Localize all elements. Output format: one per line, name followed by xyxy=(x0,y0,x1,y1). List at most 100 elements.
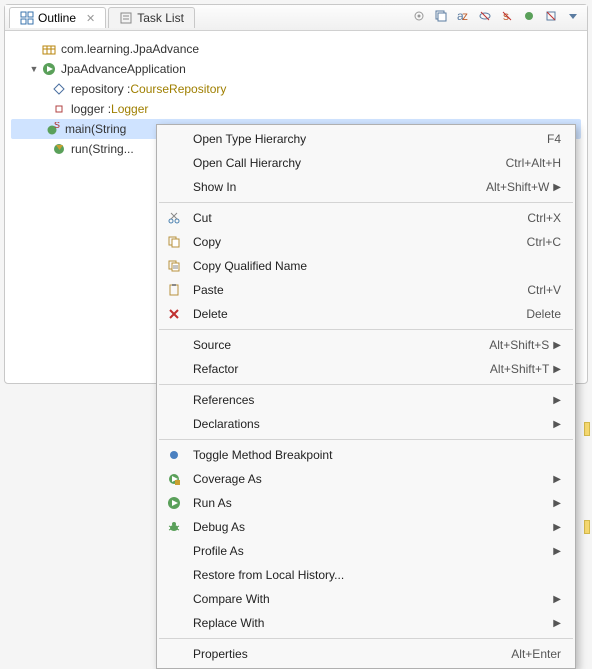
delete-icon xyxy=(163,307,185,321)
field-logger-type: Logger xyxy=(111,102,148,116)
close-icon[interactable]: ✕ xyxy=(86,12,95,25)
menu-run-as[interactable]: Run As ▶ xyxy=(157,491,575,515)
menu-label: Cut xyxy=(185,211,527,225)
svg-text:z: z xyxy=(462,10,468,22)
menu-shortcut: Ctrl+X xyxy=(527,211,561,225)
menu-label: Restore from Local History... xyxy=(185,568,561,582)
menu-label: Replace With xyxy=(185,616,549,630)
menu-separator xyxy=(159,202,573,203)
copy-icon xyxy=(163,235,185,249)
tab-outline-label: Outline xyxy=(38,11,76,25)
menu-source[interactable]: Source Alt+Shift+S ▶ xyxy=(157,333,575,357)
menu-separator xyxy=(159,384,573,385)
menu-properties[interactable]: Properties Alt+Enter xyxy=(157,642,575,666)
menu-compare-with[interactable]: Compare With ▶ xyxy=(157,587,575,611)
menu-toggle-breakpoint[interactable]: Toggle Method Breakpoint xyxy=(157,443,575,467)
tree-class[interactable]: ▼ JpaAdvanceApplication xyxy=(11,59,581,79)
menu-profile-as[interactable]: Profile As ▶ xyxy=(157,539,575,563)
menu-copy[interactable]: Copy Ctrl+C xyxy=(157,230,575,254)
menu-shortcut: Alt+Enter xyxy=(511,647,561,661)
menu-coverage-as[interactable]: Coverage As ▶ xyxy=(157,467,575,491)
menu-restore-history[interactable]: Restore from Local History... xyxy=(157,563,575,587)
view-menu-icon[interactable] xyxy=(565,8,581,24)
menu-cut[interactable]: Cut Ctrl+X xyxy=(157,206,575,230)
menu-replace-with[interactable]: Replace With ▶ xyxy=(157,611,575,635)
hide-local-icon[interactable] xyxy=(543,8,559,24)
field-default-icon xyxy=(51,81,67,97)
menu-label: Compare With xyxy=(185,592,549,606)
menu-refactor[interactable]: Refactor Alt+Shift+T ▶ xyxy=(157,357,575,381)
tree-field-logger[interactable]: logger : Logger xyxy=(11,99,581,119)
chevron-down-icon[interactable]: ▼ xyxy=(27,64,41,74)
field-repo-label: repository : xyxy=(71,82,130,96)
menu-shortcut: Alt+Shift+S xyxy=(489,338,549,352)
tree-field-repository[interactable]: repository : CourseRepository xyxy=(11,79,581,99)
package-icon xyxy=(41,41,57,57)
sort-icon[interactable]: az xyxy=(455,8,471,24)
marker-bar-top xyxy=(584,422,590,436)
menu-label: Show In xyxy=(185,180,486,194)
menu-shortcut: Ctrl+Alt+H xyxy=(506,156,561,170)
menu-show-in[interactable]: Show In Alt+Shift+W ▶ xyxy=(157,175,575,199)
submenu-arrow-icon: ▶ xyxy=(549,364,561,375)
menu-shortcut: Alt+Shift+T xyxy=(490,362,549,376)
menu-label: Toggle Method Breakpoint xyxy=(185,448,561,462)
menu-separator xyxy=(159,329,573,330)
method-public-static-icon: s xyxy=(45,121,61,137)
menu-label: Refactor xyxy=(185,362,490,376)
submenu-arrow-icon: ▶ xyxy=(549,618,561,629)
submenu-arrow-icon: ▶ xyxy=(549,395,561,406)
menu-label: Copy Qualified Name xyxy=(185,259,561,273)
cut-icon xyxy=(163,211,185,225)
menu-label: Declarations xyxy=(185,417,549,431)
menu-shortcut: Ctrl+V xyxy=(527,283,561,297)
hide-nonpublic-icon[interactable] xyxy=(521,8,537,24)
menu-references[interactable]: References ▶ xyxy=(157,388,575,412)
menu-shortcut: Delete xyxy=(526,307,561,321)
field-private-icon xyxy=(51,101,67,117)
copy-qualified-icon xyxy=(163,259,185,273)
menu-label: Profile As xyxy=(185,544,549,558)
submenu-arrow-icon: ▶ xyxy=(549,182,561,193)
collapse-all-icon[interactable] xyxy=(433,8,449,24)
tab-outline[interactable]: Outline ✕ xyxy=(9,7,106,28)
menu-debug-as[interactable]: Debug As ▶ xyxy=(157,515,575,539)
menu-open-call-hierarchy[interactable]: Open Call Hierarchy Ctrl+Alt+H xyxy=(157,151,575,175)
breakpoint-icon xyxy=(163,449,185,461)
menu-label: Properties xyxy=(185,647,511,661)
menu-label: Copy xyxy=(185,235,527,249)
menu-separator xyxy=(159,638,573,639)
menu-declarations[interactable]: Declarations ▶ xyxy=(157,412,575,436)
submenu-arrow-icon: ▶ xyxy=(549,546,561,557)
hide-static-icon[interactable]: s xyxy=(499,8,515,24)
menu-shortcut: F4 xyxy=(547,132,561,146)
menu-label: Open Call Hierarchy xyxy=(185,156,506,170)
submenu-arrow-icon: ▶ xyxy=(549,498,561,509)
class-runnable-icon xyxy=(41,61,57,77)
menu-label: Source xyxy=(185,338,489,352)
submenu-arrow-icon: ▶ xyxy=(549,340,561,351)
class-label: JpaAdvanceApplication xyxy=(61,62,186,76)
menu-open-type-hierarchy[interactable]: Open Type Hierarchy F4 xyxy=(157,127,575,151)
method-run-label: run(String... xyxy=(71,142,134,156)
menu-shortcut: Ctrl+C xyxy=(527,235,561,249)
svg-text:s: s xyxy=(503,10,509,22)
menu-label: References xyxy=(185,393,549,407)
menu-label: Run As xyxy=(185,496,549,510)
submenu-arrow-icon: ▶ xyxy=(549,594,561,605)
tasklist-icon xyxy=(119,11,133,25)
focus-icon[interactable] xyxy=(411,8,427,24)
menu-delete[interactable]: Delete Delete xyxy=(157,302,575,326)
menu-label: Debug As xyxy=(185,520,549,534)
tree-package[interactable]: com.learning.JpaAdvance xyxy=(11,39,581,59)
debug-icon xyxy=(163,520,185,534)
method-main-label: main(String xyxy=(65,122,126,136)
menu-paste[interactable]: Paste Ctrl+V xyxy=(157,278,575,302)
paste-icon xyxy=(163,283,185,297)
hide-fields-icon[interactable] xyxy=(477,8,493,24)
menu-separator xyxy=(159,439,573,440)
menu-shortcut: Alt+Shift+W xyxy=(486,180,549,194)
menu-copy-qualified[interactable]: Copy Qualified Name xyxy=(157,254,575,278)
menu-label: Delete xyxy=(185,307,526,321)
tab-tasklist[interactable]: Task List xyxy=(108,7,195,28)
